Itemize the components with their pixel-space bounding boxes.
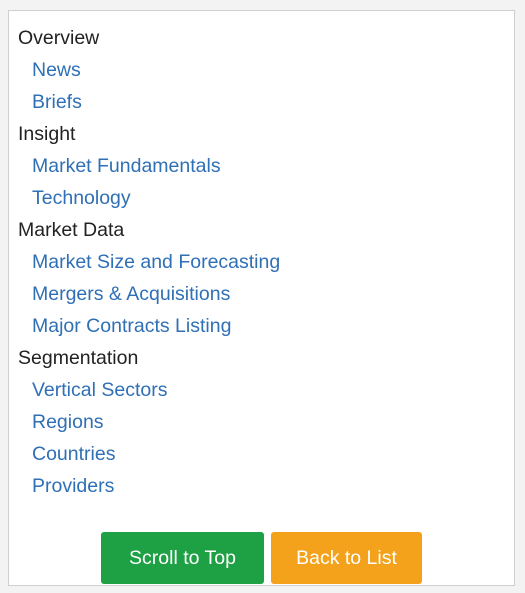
link-mergers-acquisitions[interactable]: Mergers & Acquisitions — [18, 278, 505, 310]
back-to-list-button[interactable]: Back to List — [271, 532, 422, 584]
section-insight: Insight Market Fundamentals Technology — [18, 118, 505, 214]
action-buttons: Scroll to Top Back to List — [9, 532, 514, 584]
link-technology[interactable]: Technology — [18, 182, 505, 214]
section-segmentation: Segmentation Vertical Sectors Regions Co… — [18, 342, 505, 502]
section-overview: Overview News Briefs — [18, 22, 505, 118]
link-market-fundamentals[interactable]: Market Fundamentals — [18, 150, 505, 182]
link-regions[interactable]: Regions — [18, 406, 505, 438]
link-major-contracts-listing[interactable]: Major Contracts Listing — [18, 310, 505, 342]
section-heading-overview: Overview — [18, 27, 100, 49]
section-market-data: Market Data Market Size and Forecasting … — [18, 214, 505, 342]
section-heading-market-data: Market Data — [18, 219, 125, 241]
section-nav: Overview News Briefs Insight Market Fund… — [18, 22, 505, 502]
link-briefs[interactable]: Briefs — [18, 86, 505, 118]
link-vertical-sectors[interactable]: Vertical Sectors — [18, 374, 505, 406]
link-market-size-forecasting[interactable]: Market Size and Forecasting — [18, 246, 505, 278]
section-heading-insight: Insight — [18, 123, 76, 145]
section-heading-segmentation: Segmentation — [18, 347, 139, 369]
link-countries[interactable]: Countries — [18, 438, 505, 470]
navigation-panel: Overview News Briefs Insight Market Fund… — [8, 10, 515, 586]
scroll-to-top-button[interactable]: Scroll to Top — [101, 532, 264, 584]
link-news[interactable]: News — [18, 54, 505, 86]
link-providers[interactable]: Providers — [18, 470, 505, 502]
